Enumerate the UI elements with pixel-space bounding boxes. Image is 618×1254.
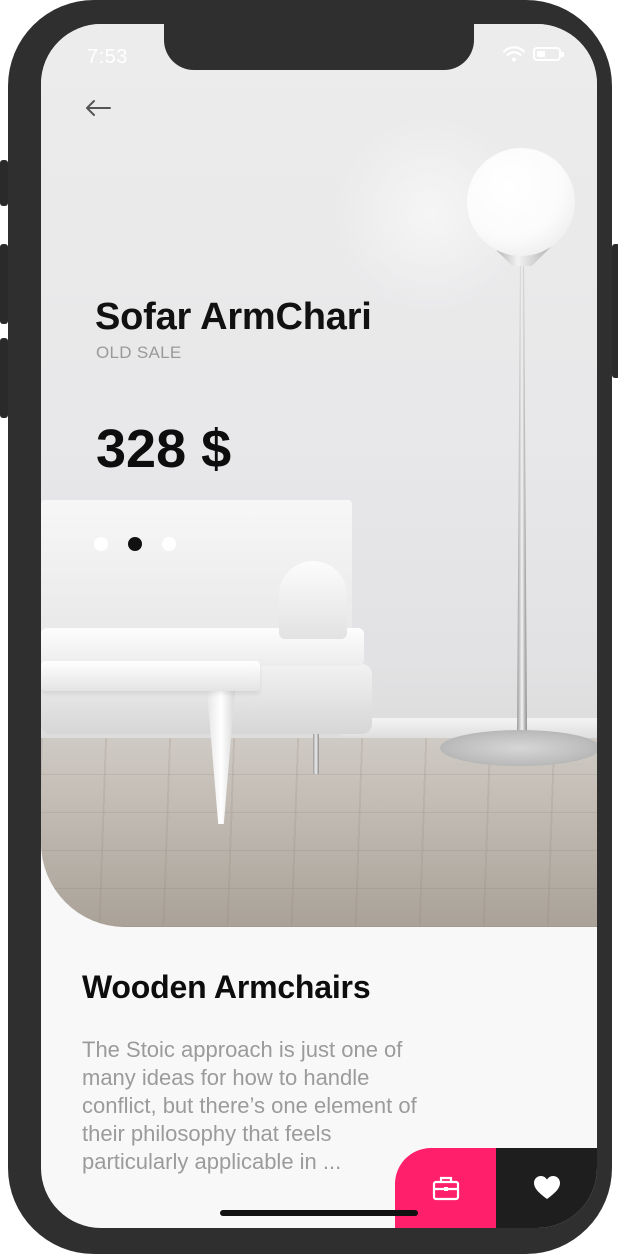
status-icons — [503, 46, 564, 62]
app-screen: Sofar ArmChari OLD SALE 328 $ 7:53 Woode… — [41, 24, 597, 1228]
volume-up-button — [0, 244, 8, 324]
floor-lamp-globe — [467, 148, 575, 256]
product-price: 328 $ — [96, 419, 232, 479]
heart-icon — [533, 1176, 560, 1199]
wifi-icon — [503, 46, 525, 62]
sofa-armrest — [279, 561, 347, 639]
home-indicator[interactable] — [220, 1210, 418, 1216]
device-notch — [164, 24, 474, 70]
add-to-cart-button[interactable] — [395, 1148, 496, 1228]
floor-lamp-pole — [517, 264, 527, 734]
battery-icon — [533, 47, 564, 61]
carousel-dot[interactable] — [94, 537, 108, 551]
briefcase-icon — [432, 1176, 459, 1201]
power-button — [612, 244, 618, 378]
product-title: Sofar ArmChari — [95, 296, 372, 338]
product-hero-image: Sofar ArmChari OLD SALE 328 $ — [41, 24, 597, 927]
floor-lamp-base — [440, 730, 597, 766]
silent-switch — [0, 160, 8, 206]
arrow-left-icon — [86, 100, 111, 116]
carousel-dot[interactable] — [162, 537, 176, 551]
favorite-button[interactable] — [496, 1148, 597, 1228]
section-title: Wooden Armchairs — [82, 969, 371, 1005]
section-description: The Stoic approach is just one of many i… — [82, 1037, 417, 1174]
wooden-floor — [41, 738, 597, 927]
phone-frame: Sofar ArmChari OLD SALE 328 $ 7:53 Woode… — [0, 0, 618, 1254]
coffee-table-top — [41, 661, 260, 691]
volume-down-button — [0, 338, 8, 418]
carousel-dot-active[interactable] — [128, 537, 142, 551]
back-button[interactable] — [81, 94, 115, 122]
sofa-leg — [313, 732, 319, 774]
carousel-indicator — [94, 537, 176, 551]
product-subtitle: OLD SALE — [96, 343, 182, 362]
status-time: 7:53 — [87, 46, 128, 68]
